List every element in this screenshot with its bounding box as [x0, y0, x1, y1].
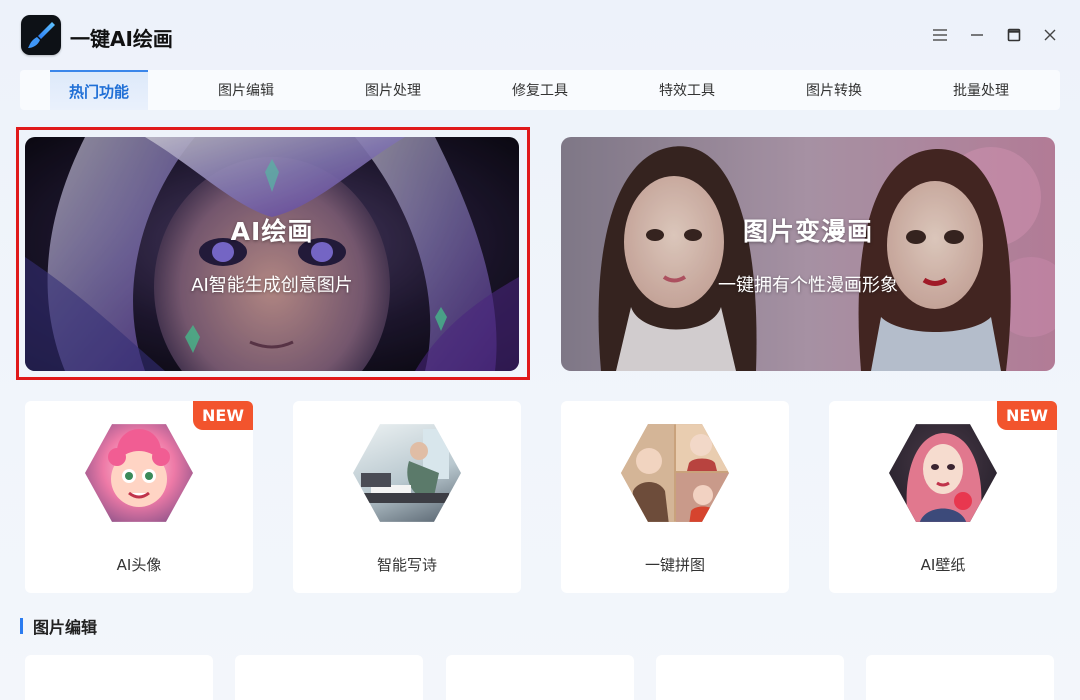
close-icon[interactable] [1039, 24, 1061, 46]
feature-card-smart-poetry[interactable]: 智能写诗 [293, 401, 521, 593]
category-tab-bar: 热门功能 图片编辑 图片处理 修复工具 特效工具 图片转换 批量处理 [20, 70, 1060, 110]
image-edit-card[interactable] [656, 655, 844, 700]
cartoon-avatar-icon [85, 424, 193, 522]
section-accent-bar [20, 618, 23, 634]
new-badge: NEW [997, 401, 1057, 430]
anime-girls-portrait-image [561, 137, 1055, 371]
new-badge: NEW [193, 401, 253, 430]
section-heading-image-edit: 图片编辑 [20, 616, 98, 637]
title-bar: 一键AI绘画 [0, 0, 1080, 68]
card-label: 智能写诗 [376, 556, 437, 574]
fantasy-elf-portrait-image [25, 137, 519, 371]
card-label: AI壁纸 [920, 556, 966, 574]
tab-repair-tools[interactable]: 修复工具 [491, 70, 589, 110]
ai-painting-banner[interactable]: AI绘画 AI智能生成创意图片 [25, 137, 519, 371]
feature-card-ai-avatar[interactable]: AI头像 NEW [25, 401, 253, 593]
app-window: 一键AI绘画 热门功能 图片编辑 图片处理 修复工具 特效工具 图片转换 批量处… [0, 0, 1080, 700]
tab-effect-tools[interactable]: 特效工具 [638, 70, 736, 110]
card-label: AI头像 [116, 556, 162, 574]
banner-title: AI绘画 [230, 217, 314, 246]
minimize-icon[interactable] [966, 24, 988, 46]
tab-image-edit[interactable]: 图片编辑 [197, 70, 295, 110]
poet-writing-icon [353, 424, 461, 522]
tab-hot-features[interactable]: 热门功能 [50, 70, 148, 110]
image-edit-card[interactable] [446, 655, 634, 700]
tab-image-process[interactable]: 图片处理 [344, 70, 442, 110]
image-edit-card[interactable] [235, 655, 423, 700]
section-title: 图片编辑 [33, 618, 98, 637]
portrait-wallpaper-icon [889, 424, 997, 522]
card-label: 一键拼图 [644, 556, 705, 574]
image-to-comic-banner[interactable]: 图片变漫画 一键拥有个性漫画形象 [561, 137, 1055, 371]
app-logo-icon [21, 15, 61, 55]
feature-card-one-click-collage[interactable]: 一键拼图 [561, 401, 789, 593]
photo-collage-icon [621, 424, 729, 522]
app-title: 一键AI绘画 [70, 27, 173, 51]
banner-subtitle: AI智能生成创意图片 [191, 275, 353, 296]
tab-image-convert[interactable]: 图片转换 [785, 70, 883, 110]
image-edit-card[interactable] [25, 655, 213, 700]
hamburger-menu-icon[interactable] [929, 24, 951, 46]
maximize-icon[interactable] [1003, 24, 1025, 46]
banner-title: 图片变漫画 [742, 217, 873, 246]
banner-subtitle: 一键拥有个性漫画形象 [718, 275, 898, 296]
image-edit-card[interactable] [866, 655, 1054, 700]
feature-card-ai-wallpaper[interactable]: AI壁纸 NEW [829, 401, 1057, 593]
tab-batch-process[interactable]: 批量处理 [932, 70, 1030, 110]
